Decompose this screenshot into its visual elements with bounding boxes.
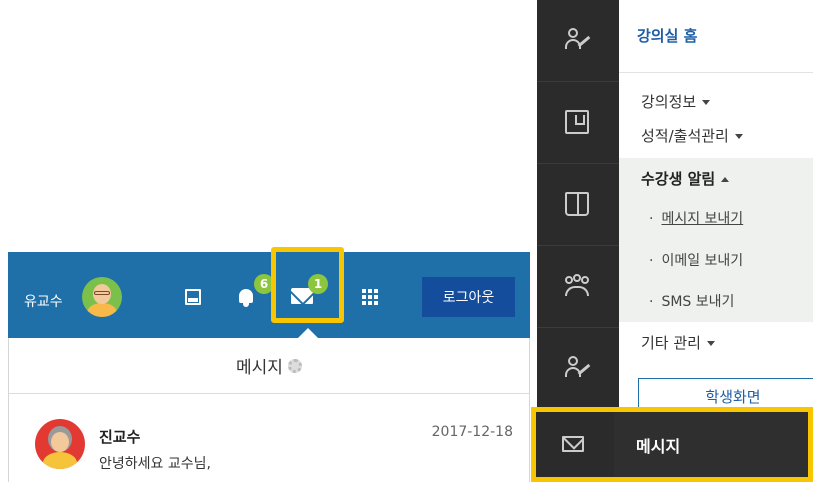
menu-grades-attendance[interactable]: 성적/출석관리 [641,125,743,146]
student-notice-submenu: 수강생 알림 · 메시지 보내기 · 이메일 보내기 · SMS 보내기 [619,158,813,322]
menu-item-label: 기타 관리 [641,334,701,352]
divider [619,72,813,73]
user-name[interactable]: 유교수 [24,291,63,311]
menu-course-info[interactable]: 강의정보 [641,91,711,112]
open-book-icon [565,192,589,216]
submenu-label: 메시지 보내기 [661,211,744,227]
bullet: · [649,211,654,227]
chevron-down-icon [734,134,743,139]
sender-avatar [35,419,85,469]
message-count-badge: 1 [308,274,328,294]
message-bar-label: 메시지 [636,437,681,456]
strip-cell-home[interactable] [537,0,619,82]
submenu-send-email[interactable]: · 이메일 보내기 [649,250,743,270]
message-preview: 안녕하세요 교수님, [99,456,211,472]
submenu-label: 이메일 보내기 [661,253,744,269]
messages-dropdown: 메시지 진교수 안녕하세요 교수님, 2017-12-18 [8,338,530,482]
menu-item-label: 수강생 알림 [641,170,716,188]
submenu-send-message[interactable]: · 메시지 보내기 [649,208,743,228]
message-menu-bar[interactable]: 메시지 [531,407,813,482]
chevron-down-icon [702,100,711,105]
gear-icon[interactable] [287,358,302,373]
bullet: · [649,294,654,310]
menu-item-label: 강의정보 [641,93,697,111]
book-icon [565,110,589,134]
message-list-item[interactable]: 진교수 안녕하세요 교수님, 2017-12-18 [9,395,529,482]
messages-dropdown-title: 메시지 [236,358,283,378]
mail-icon [562,436,584,452]
apps-grid-icon[interactable] [362,289,378,305]
person-pen-icon [565,356,591,380]
menu-student-notice[interactable]: 수강생 알림 [641,168,730,189]
strip-cell-course-info[interactable] [537,82,619,164]
dashboard-icon[interactable] [185,289,201,305]
bell-icon[interactable] [238,287,254,307]
people-icon [565,274,589,298]
chevron-down-icon [706,341,715,346]
menu-item-label: 성적/출석관리 [641,127,729,145]
message-date: 2017-12-18 [431,424,513,440]
message-bar-icon-area [536,412,614,477]
chevron-up-icon [721,177,730,182]
top-navigation-bar: 유교수 6 1 로그아웃 [8,247,530,338]
messages-dropdown-header: 메시지 [9,338,529,394]
strip-cell-learning[interactable] [537,164,619,246]
menu-course-home[interactable]: 강의실 홈 [637,25,697,46]
dropdown-pointer [298,328,318,338]
logout-button[interactable]: 로그아웃 [422,277,515,317]
menu-other-management[interactable]: 기타 관리 [641,332,715,353]
strip-cell-management[interactable] [537,328,619,410]
submenu-send-sms[interactable]: · SMS 보내기 [649,291,734,311]
strip-cell-students[interactable] [537,246,619,328]
person-pen-icon [565,28,591,52]
message-sender: 진교수 [99,428,141,446]
bullet: · [649,253,654,269]
submenu-label: SMS 보내기 [661,294,735,310]
user-avatar[interactable] [82,277,122,317]
